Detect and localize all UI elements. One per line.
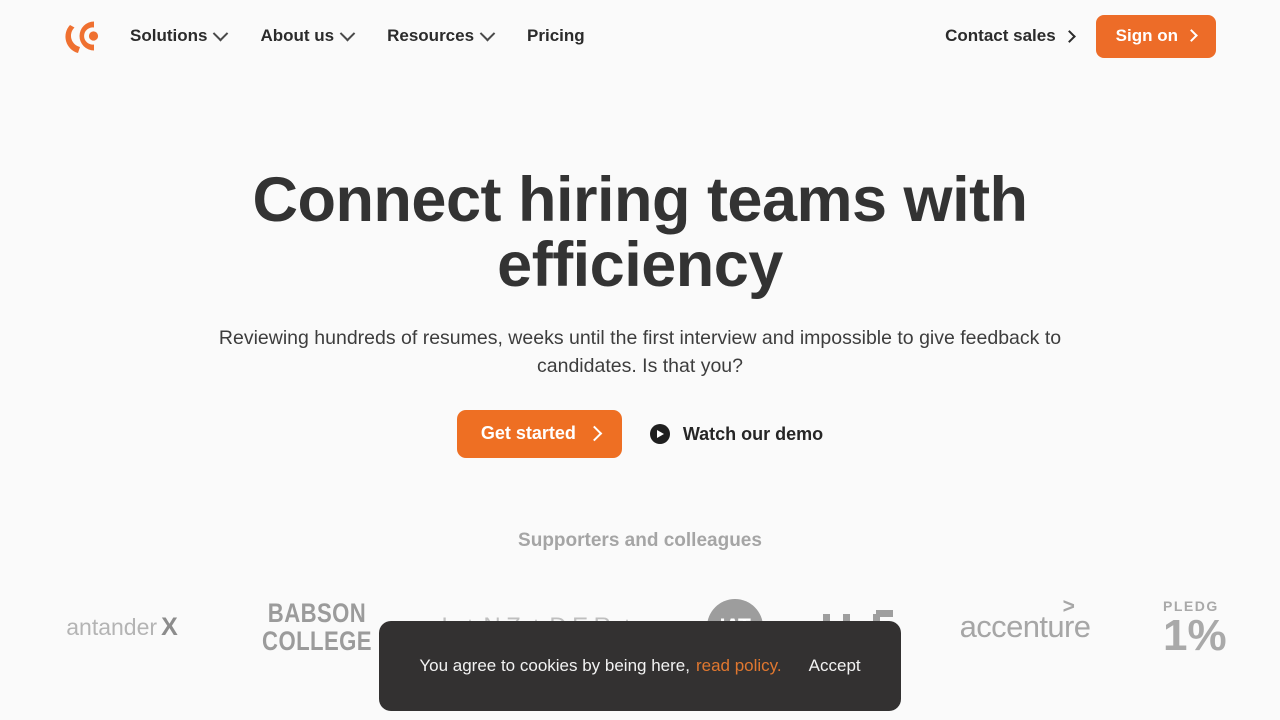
nav-item-pricing-label: Pricing xyxy=(527,26,585,45)
header-actions: Contact sales Sign on xyxy=(945,14,1216,58)
contact-sales-label: Contact sales xyxy=(945,26,1056,45)
logo-santander-text: antander xyxy=(66,613,158,640)
logo-pledge-1-percent: PLEDG 1% xyxy=(1163,582,1280,672)
nav-item-solutions[interactable]: Solutions xyxy=(130,25,229,46)
hero-section: Connect hiring teams with efficiency Rev… xyxy=(0,72,1280,459)
supporters-title: Supporters and colleagues xyxy=(518,530,762,552)
cookie-policy-link[interactable]: read policy. xyxy=(696,656,782,676)
logo-babson-college: BABSON COLLEGE xyxy=(240,582,395,672)
logo-santander-x: antander X xyxy=(42,582,202,672)
logo-accenture-mark: > xyxy=(1062,595,1075,619)
logo-santander-mark: X xyxy=(161,612,178,641)
cookie-accept-button[interactable]: Accept xyxy=(809,656,861,676)
logo-babson-line1: BABSON xyxy=(268,597,367,628)
nav-item-pricing[interactable]: Pricing xyxy=(527,26,585,46)
cookie-message: You agree to cookies by being here, xyxy=(419,656,690,675)
get-started-label: Get started xyxy=(480,423,576,444)
logo-pledge-line2: 1% xyxy=(1163,611,1227,661)
nav-item-about-us[interactable]: About us xyxy=(260,25,356,46)
chevron-right-icon xyxy=(1062,29,1076,43)
page-title: Connect hiring teams with efficiency xyxy=(252,165,1028,300)
chevron-down-icon xyxy=(479,25,496,41)
logo-accenture: accenture > xyxy=(945,582,1105,672)
watch-demo-link[interactable]: Watch our demo xyxy=(649,423,824,445)
hero-cta-row: Get started Watch our demo xyxy=(0,410,1280,459)
nav-item-resources-label: Resources xyxy=(387,26,475,45)
chevron-right-icon xyxy=(1185,29,1198,42)
site-header: Solutions About us Resources Pricing Con… xyxy=(0,0,1280,72)
cookie-consent-banner: You agree to cookies by being here, read… xyxy=(379,621,901,711)
circular-c-logo-icon xyxy=(65,21,99,53)
primary-nav: Solutions About us Resources Pricing xyxy=(130,25,585,46)
nav-item-about-us-label: About us xyxy=(260,26,335,45)
chevron-right-icon xyxy=(586,426,603,442)
sign-on-button[interactable]: Sign on xyxy=(1095,14,1216,58)
nav-item-solutions-label: Solutions xyxy=(130,26,208,45)
nav-item-resources[interactable]: Resources xyxy=(387,25,496,46)
hero-subheading: Reviewing hundreds of resumes, weeks unt… xyxy=(218,326,1062,378)
chevron-down-icon xyxy=(213,25,229,41)
get-started-button[interactable]: Get started xyxy=(456,410,622,459)
chevron-down-icon xyxy=(339,25,356,41)
logo-babson-line2: COLLEGE xyxy=(262,626,373,657)
contact-sales-link[interactable]: Contact sales xyxy=(945,26,1076,46)
watch-demo-label: Watch our demo xyxy=(682,423,824,444)
play-circle-icon xyxy=(649,424,670,445)
sign-on-label: Sign on xyxy=(1115,25,1178,45)
brand-logo[interactable] xyxy=(64,13,110,59)
